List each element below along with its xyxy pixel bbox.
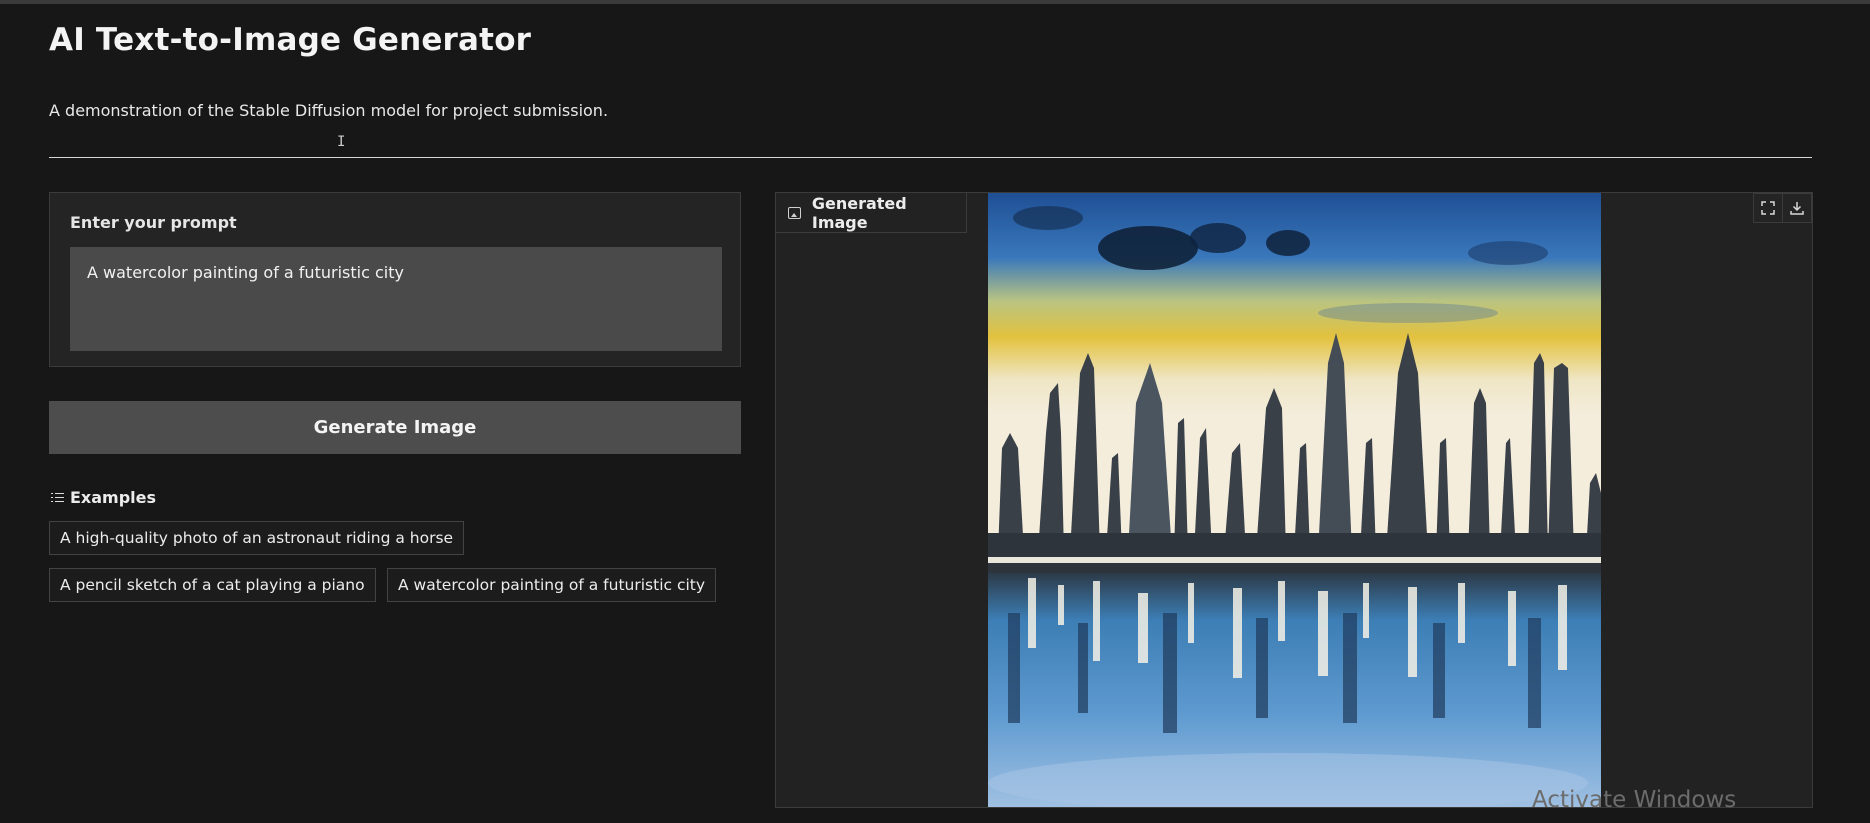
example-astronaut-horse[interactable]: A high-quality photo of an astronaut rid… <box>49 521 465 555</box>
window-top-border <box>0 0 1870 4</box>
activate-windows-watermark: Activate Windows <box>1532 787 1737 813</box>
generated-image-label: Generated Image <box>811 193 907 232</box>
examples-header: Examples <box>51 488 156 507</box>
download-icon <box>1790 202 1804 215</box>
fullscreen-icon <box>1761 201 1775 215</box>
generate-image-button[interactable]: Generate Image <box>49 401 741 454</box>
output-panel: Generated Image <box>775 192 1813 808</box>
example-futuristic-city[interactable]: A watercolor painting of a futuristic ci… <box>387 568 717 602</box>
page-title: AI Text-to-Image Generator <box>49 22 532 58</box>
page-subtitle: A demonstration of the Stable Diffusion … <box>49 101 609 120</box>
text-cursor-icon: I <box>337 134 346 150</box>
prompt-input[interactable] <box>70 247 722 351</box>
prompt-label: Enter your prompt <box>70 213 237 232</box>
fullscreen-button[interactable] <box>1753 193 1783 223</box>
list-icon <box>51 492 64 504</box>
examples-label: Examples <box>70 488 157 507</box>
generated-image-tab: Generated Image <box>776 193 967 233</box>
download-button[interactable] <box>1782 193 1812 223</box>
example-cat-piano[interactable]: A pencil sketch of a cat playing a piano <box>49 568 376 602</box>
prompt-panel: Enter your prompt <box>49 192 741 367</box>
divider <box>49 157 1812 158</box>
generated-image <box>988 193 1601 807</box>
image-icon <box>788 206 801 219</box>
